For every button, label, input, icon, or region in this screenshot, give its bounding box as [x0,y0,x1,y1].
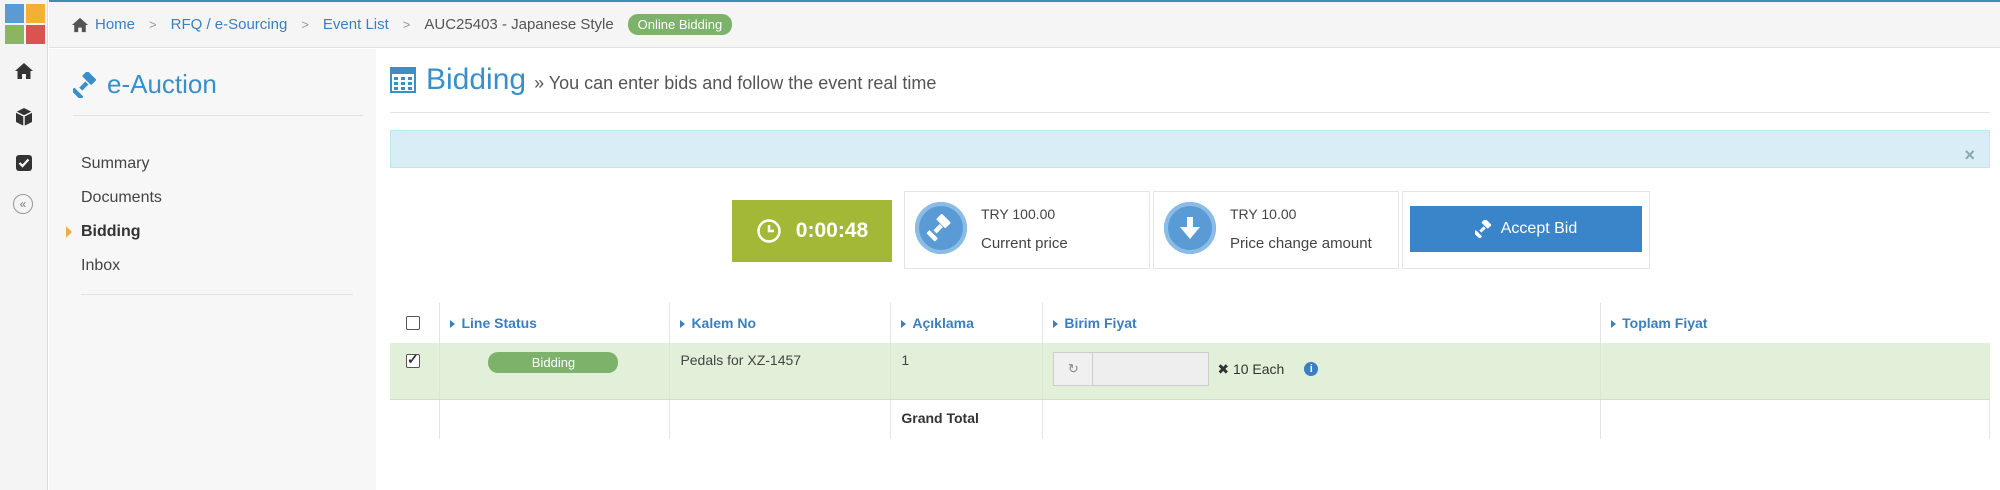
sidebar-divider [73,115,363,116]
column-header-line-status[interactable]: Line Status [439,303,671,343]
column-header-toplam-fiyat[interactable]: Toplam Fiyat [1601,303,1990,343]
bid-lines-table: Line Status Kalem No Açıklama Birim Fiya… [390,303,1990,439]
column-header-birim-fiyat[interactable]: Birim Fiyat [1042,303,1602,343]
breadcrumb: Home > RFQ / e-Sourcing > Event List > A… [71,14,733,35]
home-icon [15,63,33,79]
grand-total-label: Grand Total [890,399,1044,439]
clock-icon [757,219,781,243]
quantity-text: ✖ 10 Each [1217,360,1285,377]
gavel-icon [73,71,97,98]
close-icon[interactable]: × [1964,145,1975,166]
breadcrumb-home-link[interactable]: Home [95,16,135,33]
current-price-amount: TRY 100.00 [981,206,1056,222]
info-alert: × [390,130,1990,168]
rail-home-button[interactable] [0,49,48,93]
price-addon-icon: ↻ [1053,352,1094,386]
aciklama-cell: 1 [890,343,1044,400]
row-checkbox[interactable] [406,351,420,368]
rail-tasks-button[interactable] [0,141,48,185]
select-all-cell [390,303,441,343]
sidebar-item-summary[interactable]: Summary [81,147,162,181]
price-change-label: Price change amount [1230,235,1372,252]
breadcrumb-separator: > [301,17,309,32]
accept-bid-box: Accept Bid [1402,191,1650,269]
event-status-badge: Online Bidding [627,14,733,35]
check-square-icon [16,155,32,171]
page-header: Bidding » You can enter bids and follow … [390,63,936,97]
page-subtitle: » You can enter bids and follow the even… [534,73,937,93]
column-header-aciklama[interactable]: Açıklama [890,303,1044,343]
select-all-checkbox[interactable] [406,315,420,330]
home-icon [72,17,88,32]
accept-bid-label: Accept Bid [1500,220,1578,237]
price-change-amount: TRY 10.00 [1230,206,1297,222]
sidebar: e-Auction Summary Documents Bidding Inbo… [49,49,376,490]
line-status-badge: Bidding [488,352,619,373]
rail-products-button[interactable] [0,95,48,139]
table-row: Bidding Pedals for XZ-1457 1 ↻ ✖ 10 Each… [390,343,1990,400]
countdown-timer: 0:00:48 [732,200,892,262]
sidebar-title-text: e-Auction [107,69,217,99]
header-divider [390,112,1990,113]
sidebar-item-documents[interactable]: Documents [81,181,162,215]
page-title: Bidding [426,63,527,96]
top-bar: Home > RFQ / e-Sourcing > Event List > A… [49,0,2000,48]
breadcrumb-event-list-link[interactable]: Event List [323,16,389,33]
calculator-icon [390,67,416,93]
breadcrumb-rfq-link[interactable]: RFQ / e-Sourcing [171,16,288,33]
birim-fiyat-cell: ↻ ✖ 10 Each i [1042,343,1602,400]
sidebar-menu: Summary Documents Bidding Inbox [66,147,162,283]
app-logo[interactable] [5,4,45,44]
timer-value: 0:00:48 [795,219,869,242]
line-status-cell: Bidding [439,343,671,400]
table-header-row: Line Status Kalem No Açıklama Birim Fiya… [390,303,1990,343]
icon-rail: « [0,0,48,490]
current-price-box: TRY 100.00 Current price [904,191,1150,269]
breadcrumb-current: AUC25403 - Japanese Style [424,16,614,33]
sidebar-title: e-Auction [73,69,217,100]
grand-total-row: Grand Total [390,399,1990,439]
info-icon[interactable]: i [1304,362,1319,376]
price-change-box: TRY 10.00 Price change amount [1153,191,1399,269]
sidebar-item-inbox[interactable]: Inbox [81,249,162,283]
accept-bid-button[interactable]: Accept Bid [1410,206,1642,252]
column-header-kalem-no[interactable]: Kalem No [669,303,892,343]
toplam-fiyat-cell [1600,343,1990,400]
breadcrumb-separator: > [402,17,411,32]
gavel-icon [1474,220,1491,238]
unit-price-input[interactable] [1093,352,1210,386]
sidebar-divider [81,294,353,295]
current-price-label: Current price [981,235,1068,252]
breadcrumb-separator: > [149,17,157,32]
row-select-cell [390,343,441,400]
gavel-icon [915,202,967,254]
arrow-down-icon [1164,202,1216,254]
cube-icon [15,108,33,126]
collapse-icon[interactable]: « [13,194,33,214]
sidebar-item-bidding[interactable]: Bidding [66,215,162,249]
kalem-no-cell: Pedals for XZ-1457 [669,343,892,400]
